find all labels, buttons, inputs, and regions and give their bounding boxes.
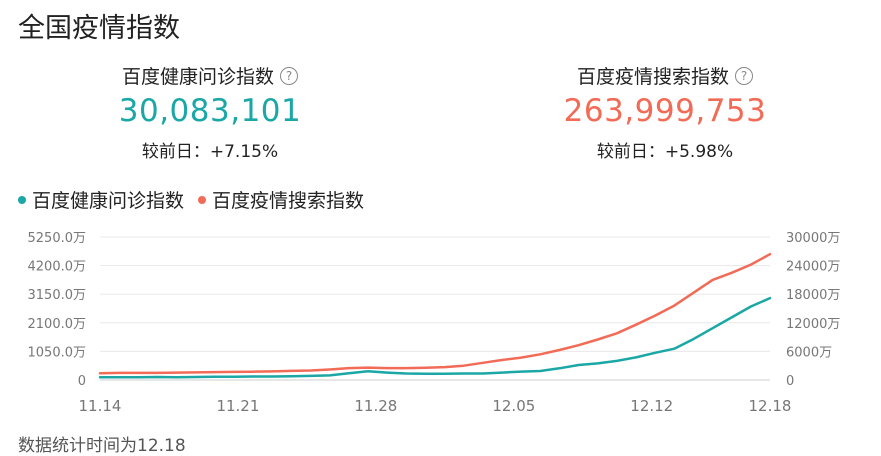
y-left-tick-label: 5250.0万 <box>28 231 87 246</box>
y-right-tick-label: 24000万 <box>786 260 840 275</box>
search-index-value: 263,999,753 <box>563 93 767 129</box>
series-line <box>98 252 772 375</box>
search-change-value: +5.98% <box>664 142 734 162</box>
x-tick-label: 12.05 <box>492 397 535 415</box>
y-right-tick-label: 6000万 <box>786 345 832 360</box>
health-index-card: 百度健康问诊指数 ? 30,083,101 较前日：+7.15% <box>80 62 340 162</box>
page-title: 全国疫情指数 <box>18 13 180 44</box>
chart-legend: 百度健康问诊指数 百度疫情搜索指数 <box>18 186 364 213</box>
legend-dot <box>198 195 207 204</box>
y-left-tick-label: 4200.0万 <box>28 260 87 275</box>
search-index-card: 百度疫情搜索指数 ? 263,999,753 较前日：+5.98% <box>535 62 795 162</box>
x-tick-label: 12.12 <box>630 397 673 415</box>
x-tick-label: 11.21 <box>216 397 259 415</box>
y-right-tick-label: 0 <box>786 374 794 389</box>
health-index-label: 百度健康问诊指数 <box>121 66 274 88</box>
data-timestamp: 数据统计时间为12.18 <box>18 436 186 456</box>
legend-label: 百度健康问诊指数 <box>32 190 185 212</box>
legend-label: 百度疫情搜索指数 <box>212 190 365 212</box>
y-left-tick-label: 2100.0万 <box>28 317 87 332</box>
y-right-tick-label: 12000万 <box>786 317 840 332</box>
health-change-value: +7.15% <box>209 142 279 162</box>
y-right-tick-label: 18000万 <box>786 288 840 303</box>
x-tick-label: 11.28 <box>354 397 397 415</box>
legend-dot <box>18 195 26 204</box>
search-change-label: 较前日： <box>596 142 665 162</box>
x-tick-label: 12.18 <box>749 397 792 415</box>
y-left-tick-label: 1050.0万 <box>28 345 87 360</box>
health-change-label: 较前日： <box>141 142 210 162</box>
legend-item-health[interactable]: 百度健康问诊指数 <box>18 186 184 213</box>
y-left-tick-label: 3150.0万 <box>28 288 87 303</box>
help-icon[interactable]: ? <box>735 66 753 85</box>
y-left-tick-label: 0 <box>78 374 86 389</box>
series-line <box>98 296 772 379</box>
health-index-value: 30,083,101 <box>118 93 302 129</box>
help-icon[interactable]: ? <box>280 66 298 85</box>
y-right-tick-label: 30000万 <box>786 231 840 246</box>
legend-item-search[interactable]: 百度疫情搜索指数 <box>198 186 364 213</box>
x-tick-label: 11.14 <box>79 397 122 415</box>
search-index-label: 百度疫情搜索指数 <box>576 66 729 88</box>
